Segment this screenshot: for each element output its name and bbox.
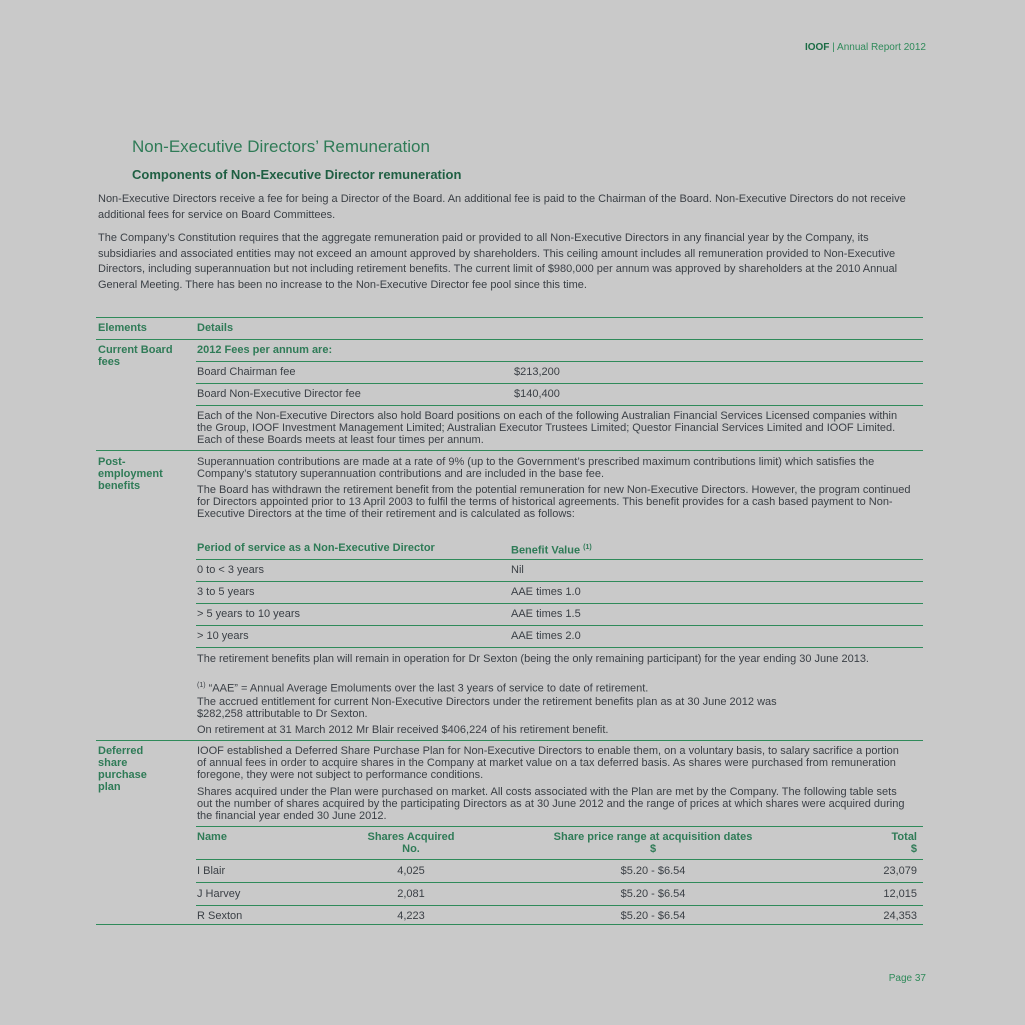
benefit-cell: AAE times 1.5 (511, 608, 581, 620)
shares-price-cell: $5.20 - $6.54 (620, 888, 686, 900)
shares-name-cell: I Blair (197, 865, 226, 877)
header-report: Annual Report 2012 (837, 42, 926, 53)
col-details-header: Details (197, 322, 234, 334)
period-cell: > 5 years to 10 years (197, 608, 301, 620)
fees-rule (196, 405, 923, 406)
page-title: Non-Executive Directors’ Remuneration (132, 137, 430, 156)
shares-price-cell: $5.20 - $6.54 (620, 865, 686, 877)
fee-name: Board Non-Executive Director fee (197, 388, 361, 400)
period-cell: 0 to < 3 years (197, 564, 264, 576)
col-price-line1: Share price range at acquisition dates (553, 831, 753, 843)
plan-operation-text: The retirement benefits plan will remain… (197, 653, 869, 665)
shares-name-cell: R Sexton (197, 910, 243, 922)
benefit-rule (196, 625, 923, 626)
table-top-rule (96, 317, 923, 318)
deferred-plan-text: IOOF established a Deferred Share Purcha… (197, 745, 899, 781)
header-org: IOOF (804, 42, 830, 53)
fees-rule (196, 383, 923, 384)
retirement-benefit-text: The Board has withdrawn the retirement b… (197, 484, 911, 520)
section-rule (96, 740, 923, 741)
shares-total-cell: 12,015 (883, 888, 917, 900)
col-name-header: Name (197, 831, 227, 843)
shares-count-cell: 2,081 (397, 888, 425, 900)
fee-value: $140,400 (514, 388, 560, 400)
board-positions-note: Each of the Non-Executive Directors also… (197, 410, 898, 446)
aae-footnote: (1) “AAE” = Annual Average Emoluments ov… (197, 680, 648, 695)
col-benefit-label: Benefit Value (511, 544, 581, 557)
section-subtitle: Components of Non-Executive Director rem… (132, 167, 462, 182)
period-cell: > 10 years (197, 630, 249, 642)
shares-rule (196, 882, 923, 883)
fees-heading: 2012 Fees per annum are: (197, 344, 333, 356)
constitution-paragraph: The Company’s Constitution requires that… (98, 232, 898, 291)
benefit-cell: Nil (511, 564, 524, 576)
col-shares-line2: No. (402, 843, 420, 855)
section-rule (96, 450, 923, 451)
shares-rule (196, 905, 923, 906)
shares-total-cell: 24,353 (883, 910, 917, 922)
col-total-line2: $ (910, 843, 917, 855)
col-benefit-footnote-mark: (1) (583, 544, 592, 551)
shares-total-cell: 23,079 (883, 865, 917, 877)
header-separator: | (829, 42, 838, 53)
col-price-header: Share price range at acquisition dates $ (526, 831, 780, 855)
retirement-received-text: On retirement at 31 March 2012 Mr Blair … (197, 724, 609, 736)
shares-rule (196, 826, 923, 827)
col-shares-line1: Shares Acquired (367, 831, 455, 843)
fee-name: Board Chairman fee (197, 366, 296, 378)
board-fees-label: Current Board fees (98, 344, 173, 368)
header-rule (96, 339, 923, 340)
benefit-cell: AAE times 1.0 (511, 586, 581, 598)
shares-count-cell: 4,025 (397, 865, 425, 877)
superannuation-text: Superannuation contributions are made at… (197, 456, 875, 480)
fee-value: $213,200 (514, 366, 560, 378)
col-total-header: Total $ (817, 831, 917, 855)
col-price-line2: $ (649, 843, 657, 855)
benefit-rule (196, 603, 923, 604)
table-bottom-rule (96, 924, 923, 925)
remuneration-table: Elements Details Current Board fees 2012… (96, 317, 923, 925)
post-employment-label: Post-employment benefits (98, 456, 163, 492)
fees-rule (196, 361, 923, 362)
aae-footnote-mark: (1) (197, 682, 206, 689)
page-number: Page 37 (888, 973, 926, 984)
aae-footnote-text: “AAE” = Annual Average Emoluments over t… (205, 682, 649, 695)
benefit-rule (196, 581, 923, 582)
shares-name-cell: J Harvey (197, 888, 241, 900)
intro-paragraph: Non-Executive Directors receive a fee fo… (98, 193, 906, 221)
period-cell: 3 to 5 years (197, 586, 255, 598)
col-total-line1: Total (891, 831, 917, 843)
col-period-header: Period of service as a Non-Executive Dir… (197, 542, 435, 554)
shares-acquired-text: Shares acquired under the Plan were purc… (197, 786, 905, 822)
accrued-entitlement-text: The accrued entitlement for current Non-… (197, 696, 777, 720)
col-benefit-header: Benefit Value (1) (511, 542, 592, 557)
benefit-cell: AAE times 2.0 (511, 630, 581, 642)
benefit-rule (196, 647, 923, 648)
shares-price-cell: $5.20 - $6.54 (620, 910, 686, 922)
deferred-plan-label: Deferred share purchase plan (98, 745, 147, 793)
shares-count-cell: 4,223 (397, 910, 425, 922)
shares-rule (196, 859, 923, 860)
col-elements-header: Elements (98, 322, 147, 334)
benefit-rule (196, 559, 923, 560)
col-shares-header: Shares Acquired No. (351, 831, 471, 855)
running-header: IOOF | Annual Report 2012 (780, 42, 926, 54)
